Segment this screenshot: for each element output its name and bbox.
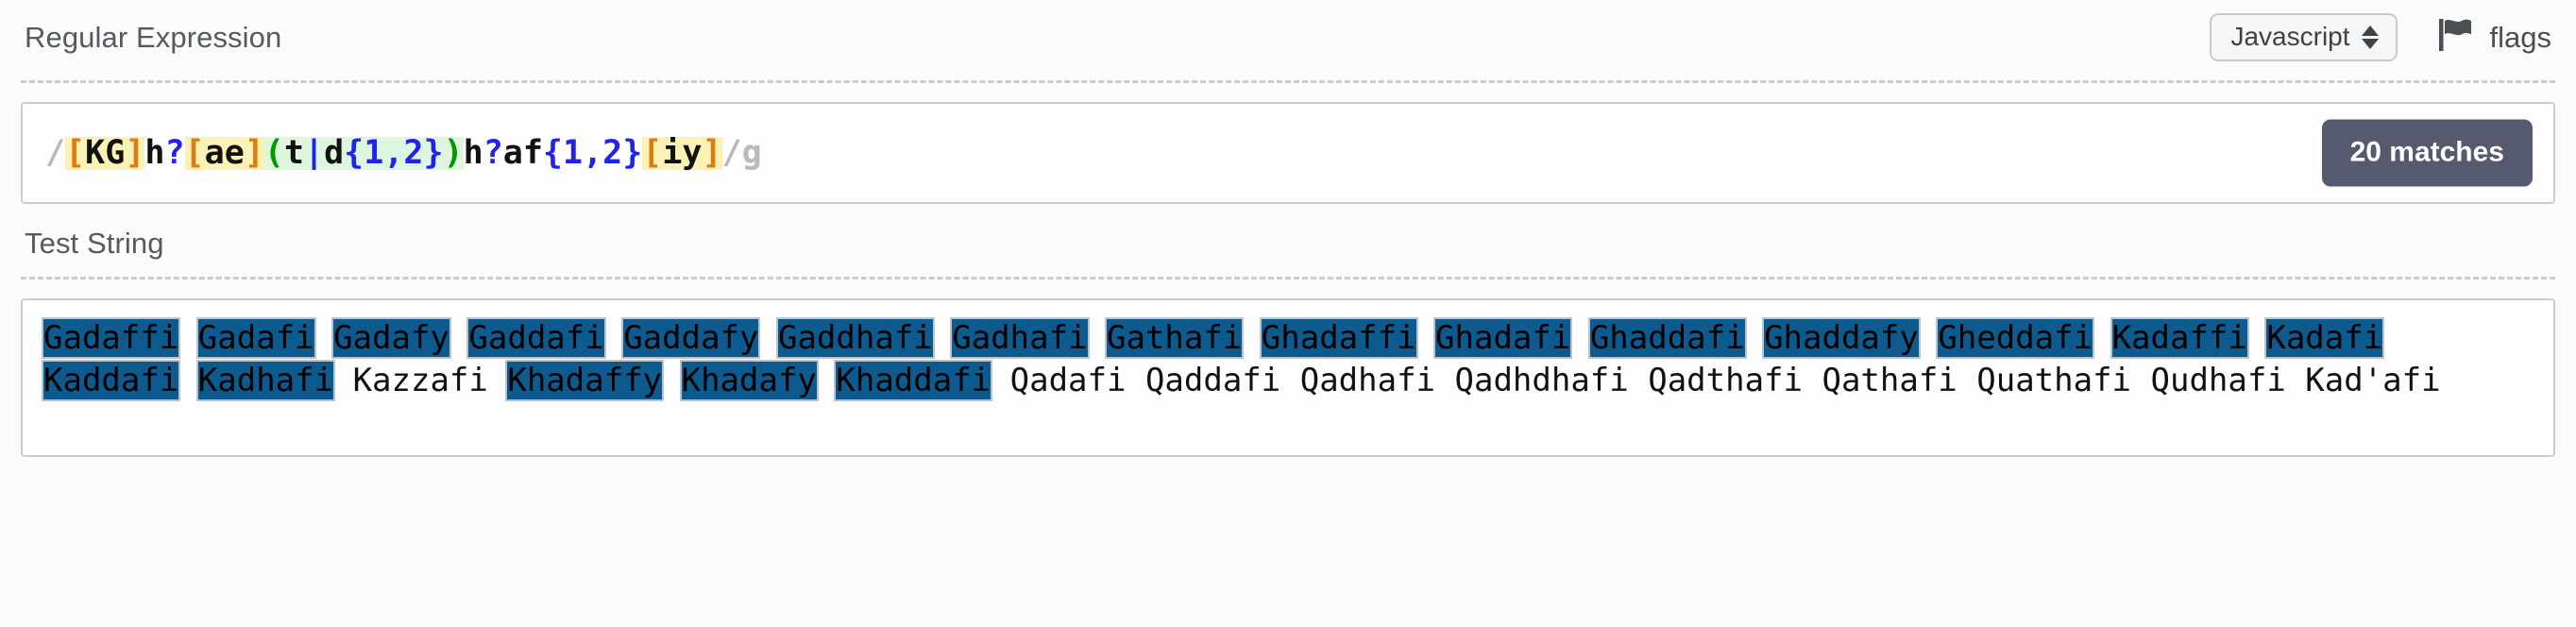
regex-match: Ghadaffi [1261, 319, 1416, 357]
regex-token-literal: h [463, 136, 483, 170]
regex-match: Gadafy [333, 319, 449, 357]
regex-token-class-body: KG [85, 136, 126, 170]
regex-token-literal: t [283, 136, 305, 170]
regex-tester-app: Regular Expression Javascript flags /[KG… [0, 0, 2576, 627]
regex-token-class-body: iy [662, 136, 703, 170]
regex-match: Gadhafi [952, 319, 1088, 357]
regex-match: Ghaddafi [1589, 319, 1745, 357]
flags-button[interactable]: flags [2435, 15, 2551, 59]
regex-match: Kaddafi [43, 362, 179, 400]
test-section-header: Test String [0, 229, 2576, 258]
test-string-panel[interactable]: Gadaffi Gadafi Gadafy Gaddafi Gaddafy Ga… [21, 298, 2555, 457]
regex-token-literal: d [324, 136, 345, 170]
regex-match: Kadaffi [2111, 319, 2247, 357]
page-title: Regular Expression [25, 21, 282, 54]
test-string-input[interactable]: Gadaffi Gadafi Gadafy Gaddafi Gaddafy Ga… [43, 317, 2533, 402]
regex-token-alternation: | [304, 136, 325, 170]
regex-match: Ghaddafy [1764, 319, 1919, 357]
regex-token-quantifier: {1,2} [542, 136, 643, 170]
regex-token-group-paren: ) [443, 136, 464, 170]
regex-token-delimiter: / [45, 136, 66, 170]
flavor-select[interactable]: Javascript [2210, 13, 2398, 61]
regex-section-header: Regular Expression Javascript flags [0, 13, 2576, 61]
regex-token-class-bracket: [ [184, 136, 205, 170]
regex-match: Gaddhafi [777, 319, 933, 357]
regex-match: Ghadafi [1435, 319, 1571, 357]
regex-match: Gadafi [197, 319, 314, 357]
regex-match: Gaddafy [623, 319, 759, 357]
regex-token-class-bracket: ] [125, 136, 145, 170]
regex-token-class-bracket: ] [702, 136, 722, 170]
regex-token-class-bracket: ] [244, 136, 264, 170]
regex-match: Gadaffi [43, 319, 179, 357]
regex-match: Khadaffy [507, 362, 663, 400]
regex-match: Gathafi [1107, 319, 1243, 357]
match-count-badge[interactable]: 20 matches [2321, 119, 2533, 187]
regex-token-delimiter: / [721, 136, 742, 170]
regex-token-literal: af [502, 136, 543, 170]
regex-match: Kadafi [2266, 319, 2383, 357]
flavor-select-value: Javascript [2230, 22, 2350, 51]
regex-token-quantifier: {1,2} [344, 136, 444, 170]
regex-token-class-bracket: [ [65, 136, 86, 170]
test-string-title: Test String [25, 227, 164, 260]
regex-match: Gaddafi [468, 319, 604, 357]
regex-match: Gheddafi [1938, 319, 2093, 357]
regex-token-quantifier: ? [483, 136, 503, 170]
regex-input-panel[interactable]: /[KG]h?[ae](t|d{1,2})h?af{1,2}[iy]/g 20 … [21, 102, 2555, 204]
regex-token-class-body: ae [204, 136, 245, 170]
regex-header-controls: Javascript flags [2210, 13, 2551, 61]
regex-token-flags: g [741, 136, 762, 170]
regex-match: Khaddafi [836, 362, 991, 400]
regex-input[interactable]: /[KG]h?[ae](t|d{1,2})h?af{1,2}[iy]/g [45, 136, 2533, 170]
stepper-icon [2361, 25, 2379, 49]
flag-icon [2435, 15, 2475, 59]
flags-label: flags [2489, 21, 2551, 54]
regex-token-quantifier: ? [164, 136, 185, 170]
regex-match: Khadafy [681, 362, 817, 400]
regex-token-literal: h [144, 136, 165, 170]
regex-match: Kadhafi [197, 362, 334, 400]
regex-token-group-paren: ( [263, 136, 284, 170]
regex-token-class-bracket: [ [642, 136, 663, 170]
